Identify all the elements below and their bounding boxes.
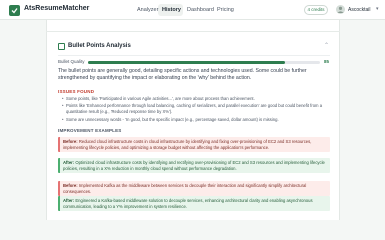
header-divider [58, 55, 330, 56]
before-tag: Before: [63, 139, 78, 144]
avatar [336, 5, 345, 14]
example-after: After: Engineered a Kafka-based middlewa… [58, 196, 330, 212]
issues-heading: ISSUES FOUND [58, 89, 95, 94]
nav-link-dashboard[interactable]: Dashboard [187, 7, 214, 13]
chevron-down-icon: ▾ [376, 6, 379, 12]
issue-item: • Some points, like 'Participated in var… [62, 96, 328, 102]
section-title: Bullet Points Analysis [68, 43, 131, 49]
example-text: Optimized cloud infrastructure costs by … [63, 160, 325, 171]
nav-link-analyzer[interactable]: Analyzer [137, 7, 158, 13]
issue-text: Some are unnecessary words - 'In good, b… [66, 117, 279, 122]
example-text: Engineered a Kafka-based middleware solu… [63, 198, 313, 209]
bullet-icon: • [62, 103, 64, 108]
before-tag: Before: [63, 183, 78, 188]
nav-link-pricing[interactable]: Pricing [217, 7, 234, 13]
section-header[interactable]: Bullet Points Analysis ⌃ [58, 41, 330, 53]
issue-text: Some points, like 'Participated in vario… [66, 96, 255, 101]
collapse-icon[interactable]: ⌃ [324, 42, 329, 49]
examples-heading: IMPROVEMENT EXAMPLES [58, 128, 122, 133]
username: Ascocktail [348, 7, 371, 13]
analysis-summary: The bullet points are generally good, de… [58, 68, 307, 81]
example-after: After: Optimized cloud infrastructure co… [58, 158, 330, 174]
nav-link-history[interactable]: History [162, 7, 181, 13]
quality-label: Bullet Quality [58, 59, 85, 64]
example-text: Implemented Kafka as the middleware betw… [63, 183, 307, 194]
bullet-icon: • [62, 117, 64, 122]
brand-name[interactable]: AtsResumeMatcher [24, 5, 89, 12]
card-divider [46, 31, 340, 32]
after-tag: After: [63, 160, 75, 165]
quality-progress-bar [88, 61, 320, 64]
example-before: Before: Implemented Kafka as the middlew… [58, 181, 330, 197]
issue-item: • Some are unnecessary words - 'In good,… [62, 117, 328, 123]
quality-progress-fill [88, 61, 286, 64]
after-tag: After: [63, 198, 75, 203]
bullet-icon: • [62, 96, 64, 101]
issue-text: Points like 'Enhanced performance throug… [66, 103, 323, 114]
credits-badge[interactable]: 4 credits [304, 5, 328, 15]
example-before: Before: Reduced cloud infrastructure cos… [58, 137, 330, 153]
issue-item: • Points like 'Enhanced performance thro… [62, 103, 328, 114]
quality-score: 85 [324, 59, 330, 64]
user-menu[interactable]: Ascocktail ▾ [336, 5, 380, 15]
top-navbar: AtsResumeMatcher Analyzer History Dashbo… [0, 0, 385, 20]
list-icon [58, 43, 65, 50]
example-text: Reduced cloud infrastructure costs in cl… [63, 139, 312, 150]
logo-icon[interactable] [9, 5, 20, 16]
